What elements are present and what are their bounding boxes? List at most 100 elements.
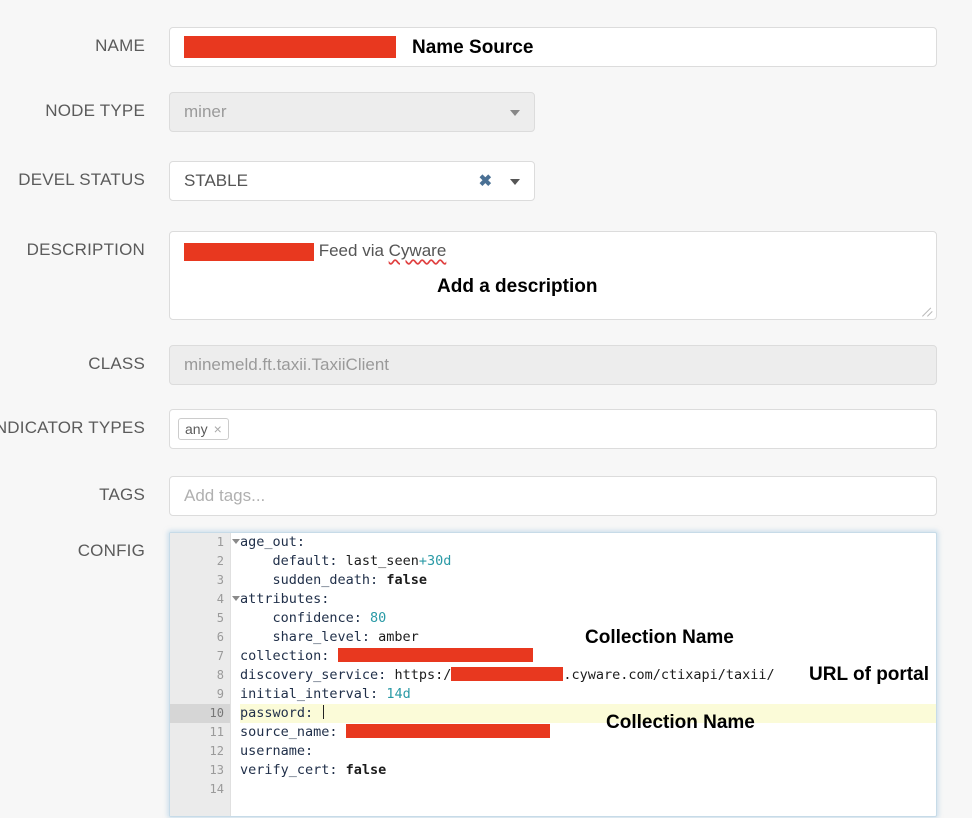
form-row-node-type: NODE TYPE miner <box>0 92 972 132</box>
editor-line-number: 13 <box>209 763 224 777</box>
node-type-select[interactable]: miner <box>169 92 535 132</box>
form-row-indicator-types: INDICATOR TYPES any × <box>0 409 972 449</box>
label-class: CLASS <box>88 354 145 373</box>
editor-line-number: 9 <box>216 687 224 701</box>
class-value: minemeld.ft.taxii.TaxiiClient <box>184 355 390 374</box>
code-redaction-bar <box>451 667 564 681</box>
editor-code-line[interactable]: sudden_death: false <box>240 571 936 590</box>
description-control: Feed via Cyware Add a description <box>169 231 937 320</box>
annotation-collection-name-2: Collection Name <box>606 712 755 733</box>
label-config: CONFIG <box>77 541 145 560</box>
code-token: source_name: <box>240 724 346 740</box>
form-row-description: DESCRIPTION Feed via Cyware Add a descri… <box>0 231 972 320</box>
form-row-name: NAME Name Source <box>0 27 972 67</box>
editor-code-line[interactable] <box>240 780 936 799</box>
chevron-down-icon[interactable] <box>510 179 520 185</box>
code-redaction-bar <box>337 648 533 662</box>
code-token: .cyware.com/ctixapi/taxii/ <box>563 667 775 683</box>
annotation-collection-name-1: Collection Name <box>585 627 734 648</box>
annotation-name-source: Name Source <box>412 37 534 58</box>
editor-code-line[interactable]: source_name: <box>240 723 936 742</box>
code-token: false <box>386 572 427 588</box>
tags-input[interactable]: Add tags... <box>169 476 937 516</box>
description-first-line: Feed via Cyware <box>184 241 446 261</box>
name-input[interactable] <box>169 27 937 67</box>
form-row-tags: TAGS Add tags... <box>0 476 972 516</box>
code-token: confidence: <box>240 610 371 626</box>
indicator-types-input[interactable]: any × <box>169 409 937 449</box>
editor-line-number: 8 <box>216 668 224 682</box>
code-token: 80 <box>370 610 387 626</box>
config-control: 1 2 3 4 5 6 7 8 9 10 11 12 13 14 age_out: default: la… <box>169 532 937 817</box>
form-row-class: CLASS minemeld.ft.taxii.TaxiiClient <box>0 345 972 385</box>
code-token: initial_interval: <box>240 686 387 702</box>
chevron-down-icon <box>510 110 520 116</box>
code-token: age_out: <box>240 534 306 550</box>
label-name: NAME <box>95 36 145 55</box>
devel-status-value: STABLE <box>184 171 248 190</box>
label-devel-status: DEVEL STATUS <box>18 170 145 189</box>
tags-control: Add tags... <box>169 476 937 516</box>
code-redaction-bar <box>345 724 550 738</box>
code-token: sudden_death: <box>240 572 387 588</box>
tag-label: any <box>185 421 208 437</box>
code-token: last_seen <box>345 553 419 569</box>
code-token: verify_cert: <box>240 762 346 778</box>
devel-status-control: STABLE ✖ <box>169 161 535 201</box>
form-row-config: CONFIG 1 2 3 4 5 6 7 8 9 10 11 12 13 14 age_out: defa… <box>0 532 972 817</box>
editor-code-line[interactable]: password: <box>240 704 936 723</box>
code-token: collection: <box>240 648 338 664</box>
code-token: https:/ <box>394 667 452 683</box>
description-redaction-bar <box>184 242 314 261</box>
editor-line-number: 10 <box>170 704 230 723</box>
editor-line-number: 11 <box>209 725 224 739</box>
name-redaction-bar <box>184 36 396 58</box>
editor-line-number: 4 <box>170 590 240 609</box>
annotation-add-a-description: Add a description <box>437 276 598 297</box>
tag-remove-icon[interactable]: × <box>214 421 222 437</box>
tags-placeholder: Add tags... <box>184 486 266 505</box>
editor-code-line[interactable]: initial_interval: 14d <box>240 685 936 704</box>
label-indicator-types: INDICATOR TYPES <box>0 418 145 437</box>
description-spellchecked-word: Cyware <box>388 241 447 260</box>
editor-line-number: 2 <box>216 554 224 568</box>
code-token: amber <box>378 629 419 645</box>
form-row-devel-status: DEVEL STATUS STABLE ✖ <box>0 161 972 201</box>
editor-line-number: 7 <box>216 649 224 663</box>
editor-line-number: 5 <box>216 611 224 625</box>
node-type-control: miner <box>169 92 535 132</box>
class-input: minemeld.ft.taxii.TaxiiClient <box>169 345 937 385</box>
editor-line-number: 1 <box>170 533 240 552</box>
editor-line-number: 6 <box>216 630 224 644</box>
code-token: discovery_service: <box>240 667 395 683</box>
editor-code-line[interactable]: confidence: 80 <box>240 609 936 628</box>
devel-status-select[interactable]: STABLE ✖ <box>169 161 535 201</box>
class-control: minemeld.ft.taxii.TaxiiClient <box>169 345 937 385</box>
description-text: Feed via <box>314 241 389 260</box>
code-token: attributes: <box>240 591 330 607</box>
name-control: Name Source <box>169 27 937 67</box>
annotation-url-of-portal: URL of portal <box>809 664 929 685</box>
code-token: +30d <box>418 553 452 569</box>
code-token: password: <box>240 705 322 721</box>
editor-code-line[interactable]: username: <box>240 742 936 761</box>
node-type-value: miner <box>184 102 227 121</box>
tag-any[interactable]: any × <box>178 418 229 440</box>
editor-code-line[interactable]: attributes: <box>240 590 936 609</box>
editor-code-line[interactable]: verify_cert: false <box>240 761 936 780</box>
code-token: default: <box>240 553 346 569</box>
editor-code-line[interactable]: default: last_seen+30d <box>240 552 936 571</box>
editor-code-line[interactable]: age_out: <box>240 533 936 552</box>
editor-line-number: 12 <box>209 744 224 758</box>
textarea-resize-handle[interactable] <box>922 305 934 317</box>
indicator-types-control: any × <box>169 409 937 449</box>
label-description: DESCRIPTION <box>26 240 145 259</box>
node-config-form: NAME Name Source NODE TYPE miner DEVEL S… <box>0 0 972 818</box>
clear-icon[interactable]: ✖ <box>479 174 492 190</box>
editor-line-number: 3 <box>216 573 224 587</box>
label-node-type: NODE TYPE <box>45 101 145 120</box>
editor-line-number: 14 <box>209 782 224 796</box>
text-cursor <box>323 705 325 719</box>
code-token: 14d <box>386 686 411 702</box>
code-token: false <box>345 762 387 778</box>
